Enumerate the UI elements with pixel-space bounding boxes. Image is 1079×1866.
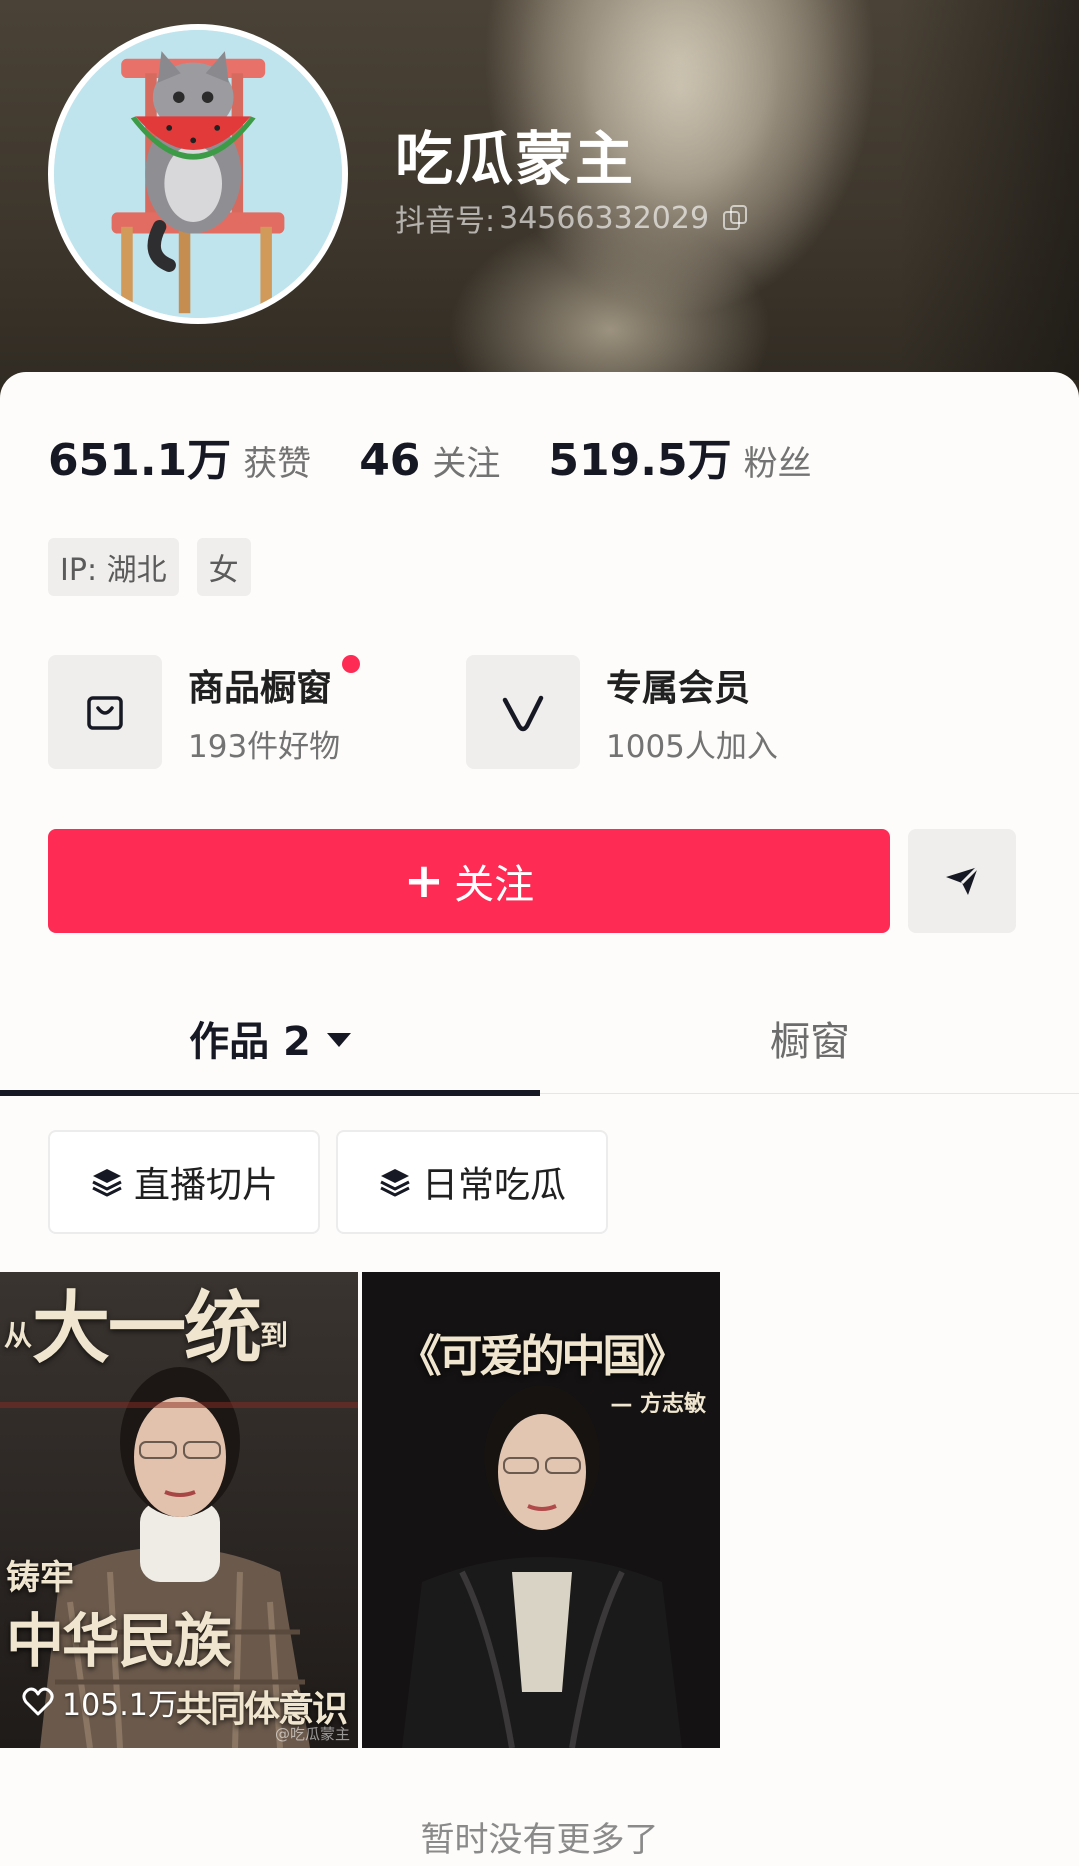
send-icon	[946, 865, 980, 895]
collections-row: 直播切片 日常吃瓜	[48, 1130, 608, 1234]
profile-panel: 651.1万 获赞 46 关注 519.5万 粉丝 IP: 湖北 女 商品橱窗 …	[0, 372, 1079, 1866]
profile-nickname: 吃瓜蒙主	[395, 125, 636, 193]
video-big-text: 中华民族	[6, 1607, 232, 1675]
video-headline: 从 大一统 到	[4, 1284, 289, 1374]
stat-label: 关注	[432, 444, 501, 484]
layers-icon	[92, 1169, 122, 1197]
stat-followers[interactable]: 519.5万 粉丝	[548, 424, 811, 488]
follow-button[interactable]: + 关注	[48, 829, 890, 933]
layers-icon	[380, 1169, 410, 1197]
shortcut-membership[interactable]: 专属会员 1005人加入	[466, 655, 884, 769]
avatar-cat-watermelon-image	[54, 30, 342, 318]
shopping-bag-icon	[87, 696, 123, 730]
end-of-list-text: 暂时没有更多了	[420, 1820, 659, 1860]
tab-label: 作品 2	[189, 1019, 311, 1065]
shortcut-subtitle: 193件好物	[188, 728, 341, 765]
shortcut-shop-window[interactable]: 商品橱窗 193件好物	[48, 654, 466, 769]
caret-down-icon	[326, 1033, 351, 1047]
stat-value: 651.1万	[48, 435, 232, 486]
stat-value: 46	[359, 435, 421, 486]
video-side-text: 铸牢	[6, 1558, 74, 1598]
stats-row: 651.1万 获赞 46 关注 519.5万 粉丝	[48, 424, 860, 488]
likes-count: 105.1万	[62, 1688, 178, 1723]
shortcut-subtitle: 1005人加入	[606, 728, 778, 765]
stat-value: 519.5万	[548, 435, 732, 486]
tab-works[interactable]: 作品 2	[0, 982, 540, 1096]
collection-label: 直播切片	[133, 1165, 278, 1206]
account-id-label: 抖音号:	[395, 204, 496, 239]
tab-shop-window[interactable]: 橱窗	[540, 982, 1079, 1094]
stat-likes[interactable]: 651.1万 获赞	[48, 424, 311, 488]
video-card[interactable]: 从 大一统 到 铸牢 中华民族 共同体意识 105.1万 @吃瓜蒙主	[0, 1272, 358, 1748]
v-membership-icon	[502, 695, 544, 732]
account-id-row: 抖音号: 34566332029	[395, 196, 749, 240]
shortcut-title: 专属会员	[606, 667, 751, 709]
heart-icon	[22, 1687, 54, 1716]
video-headline: 《可爱的中国》	[397, 1331, 688, 1382]
active-tab-indicator	[0, 1090, 540, 1096]
video-grid: 从 大一统 到 铸牢 中华民族 共同体意识 105.1万 @吃瓜蒙主 《可爱的中…	[0, 1272, 720, 1748]
collection-label: 日常吃瓜	[421, 1165, 566, 1206]
follow-label: 关注	[454, 862, 535, 908]
shortcut-title: 商品橱窗	[188, 667, 333, 709]
tag-gender: 女	[196, 538, 251, 596]
shortcuts-row: 商品橱窗 193件好物 专属会员 1005人加入	[48, 654, 884, 769]
account-id-value: 34566332029	[499, 200, 710, 236]
notification-dot	[342, 654, 361, 673]
profile-tags: IP: 湖北 女	[48, 538, 251, 596]
stat-following[interactable]: 46 关注	[359, 435, 500, 486]
tab-label: 橱窗	[770, 1019, 850, 1065]
share-button[interactable]	[908, 829, 1016, 933]
avatar[interactable]	[48, 24, 348, 324]
video-likes: 105.1万	[22, 1680, 178, 1724]
content-tabs: 作品 2 橱窗	[0, 982, 1079, 1096]
video-byline: — 方志敏	[610, 1392, 706, 1417]
copy-icon[interactable]	[723, 205, 749, 231]
collection-live-clips[interactable]: 直播切片	[48, 1130, 320, 1234]
stat-label: 粉丝	[743, 444, 812, 484]
video-card[interactable]: 《可爱的中国》 — 方志敏	[362, 1272, 720, 1748]
tag-ip-location: IP: 湖北	[48, 538, 179, 596]
plus-icon: +	[403, 853, 445, 909]
collection-daily-gossip[interactable]: 日常吃瓜	[336, 1130, 608, 1234]
video-watermark: @吃瓜蒙主	[274, 1725, 350, 1743]
stat-label: 获赞	[243, 444, 312, 484]
